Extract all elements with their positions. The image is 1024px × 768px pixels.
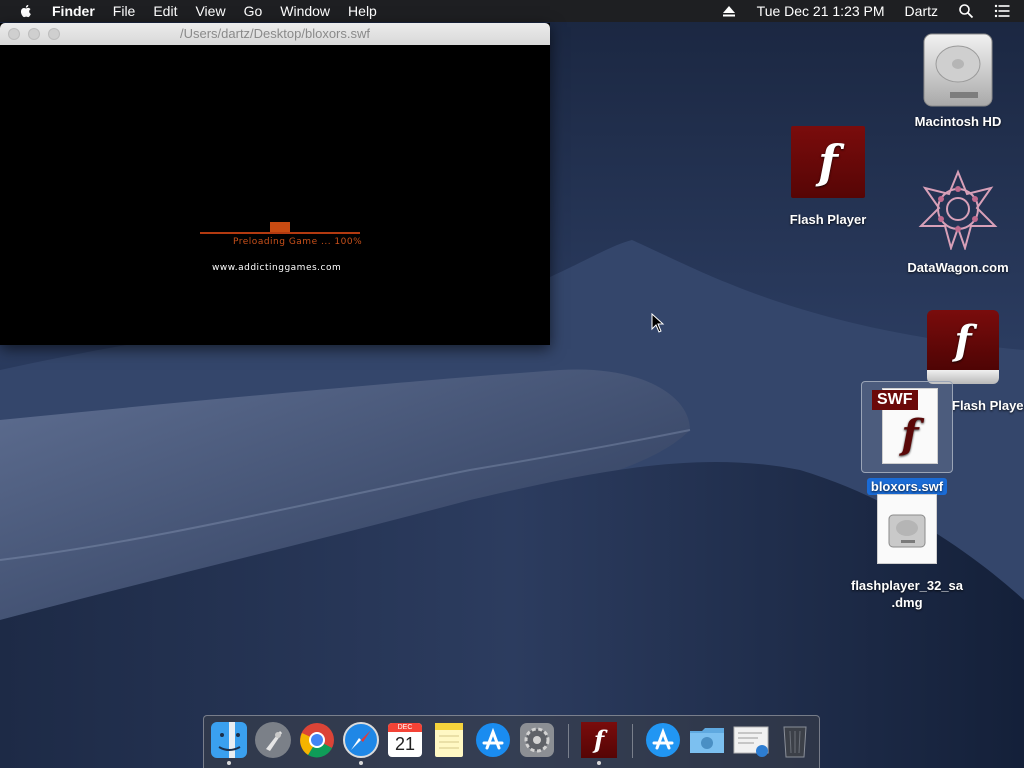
preload-status-text: Preloading Game ... 100% [233, 237, 363, 247]
preload-progress-marker [270, 222, 290, 232]
flash-player-window: /Users/dartz/Desktop/bloxors.swf Preload… [0, 23, 550, 345]
menu-edit[interactable]: Edit [153, 0, 177, 22]
icon-label: Macintosh HD [914, 114, 1002, 129]
notification-center-icon[interactable] [994, 3, 1010, 19]
trash-icon [783, 726, 807, 758]
dock-finder[interactable] [210, 721, 248, 765]
menu-user[interactable]: Dartz [905, 0, 938, 22]
system-preferences-icon [520, 723, 554, 757]
dock-safari[interactable] [342, 721, 380, 765]
icon-label-line1: flashplayer_32_sa [850, 578, 964, 593]
app-store-folder-icon [646, 723, 680, 757]
icon-label: DataWagon.com [907, 260, 1009, 275]
icon-label-selected: bloxors.swf [866, 478, 948, 495]
dock-system-preferences[interactable] [518, 721, 556, 759]
eject-icon[interactable] [721, 3, 737, 19]
dock-separator [632, 724, 633, 758]
preload-progress-bar [200, 232, 360, 234]
flash-game-canvas[interactable]: Preloading Game ... 100% www.addictingga… [0, 45, 550, 345]
calendar-icon: DEC 21 [388, 723, 422, 757]
menu-window[interactable]: Window [280, 0, 330, 22]
dock-trash[interactable] [776, 721, 814, 759]
removable-drive-icon: f [927, 310, 999, 386]
dock-downloads-stack[interactable] [688, 721, 726, 759]
menu-view[interactable]: View [195, 0, 225, 22]
menu-clock[interactable]: Tue Dec 21 1:23 PM [757, 0, 885, 22]
menu-help[interactable]: Help [348, 0, 377, 22]
desktop-icon-bloxors-swf[interactable]: f SWF bloxors.swf [857, 386, 957, 495]
site-url-text: www.addictinggames.com [212, 263, 342, 273]
menu-go[interactable]: Go [244, 0, 263, 22]
dock-app-store[interactable] [474, 721, 512, 759]
flash-player-icon: f [791, 126, 865, 198]
notes-icon [435, 723, 463, 757]
icon-label-line2: .dmg [891, 595, 923, 610]
chrome-icon [300, 723, 334, 758]
menu-app-name[interactable]: Finder [52, 0, 95, 22]
apple-menu-icon[interactable] [18, 3, 34, 19]
app-store-icon [476, 723, 510, 757]
window-title-bar[interactable]: /Users/dartz/Desktop/bloxors.swf [0, 23, 550, 45]
dock-launchpad[interactable] [254, 721, 292, 759]
finder-icon [211, 722, 247, 758]
swf-document-icon: f SWF [872, 386, 938, 466]
dock-notes[interactable] [430, 721, 468, 759]
calendar-month: DEC [388, 723, 422, 732]
dock-calendar[interactable]: DEC 21 [386, 721, 424, 759]
spotlight-search-icon[interactable] [958, 3, 974, 19]
datawagon-logo-icon [918, 169, 998, 250]
safari-icon [343, 722, 379, 758]
dock-applications-stack[interactable] [644, 721, 682, 759]
dock: DEC 21 f [203, 715, 820, 768]
menu-bar-status-area: Tue Dec 21 1:23 PM Dartz [711, 0, 1024, 22]
zoom-button[interactable] [48, 28, 60, 40]
launchpad-icon [255, 722, 291, 758]
window-title: /Users/dartz/Desktop/bloxors.swf [179, 26, 370, 41]
downloads-folder-icon [690, 728, 724, 753]
calendar-day: 21 [394, 734, 416, 754]
close-button[interactable] [8, 28, 20, 40]
window-controls [8, 28, 60, 40]
desktop-icon-flash-player-app[interactable]: f Flash Player [778, 126, 878, 227]
dmg-document-icon [877, 494, 937, 564]
desktop-icon-datawagon[interactable]: DataWagon.com [898, 168, 1018, 275]
menu-file[interactable]: File [113, 0, 136, 22]
flash-player-icon: f [581, 722, 617, 758]
dock-flash-player[interactable]: f [580, 721, 618, 765]
icon-label: Flash Player [789, 212, 867, 227]
minimize-button[interactable] [28, 28, 40, 40]
dock-preview[interactable] [732, 721, 770, 759]
desktop-icon-flashplayer-dmg[interactable]: flashplayer_32_sa .dmg [842, 494, 972, 610]
dock-separator [568, 724, 569, 758]
swf-badge: SWF [872, 390, 918, 410]
desktop-icon-macintosh-hd[interactable]: Macintosh HD [908, 30, 1008, 129]
mouse-cursor-icon [651, 313, 665, 333]
hard-drive-icon [923, 33, 993, 107]
menu-bar: Finder File Edit View Go Window Help Tue… [0, 0, 1024, 22]
dock-chrome[interactable] [298, 721, 336, 759]
preview-icon [733, 726, 769, 757]
